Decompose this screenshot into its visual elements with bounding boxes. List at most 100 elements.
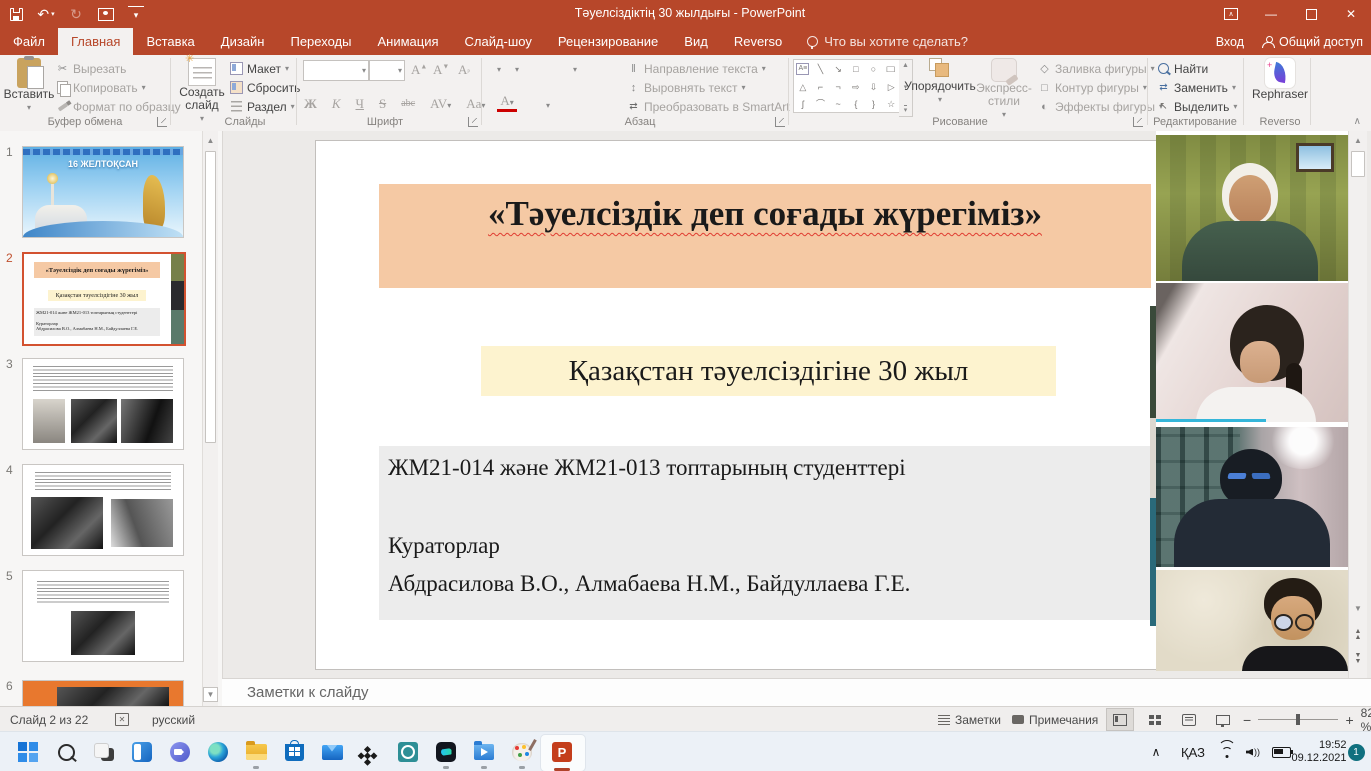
scrollbar-thumb[interactable] xyxy=(205,151,216,443)
slide-thumbnail-3[interactable] xyxy=(22,358,184,450)
slide-thumbnail-1[interactable]: 16 ЖЕЛТОҚСАН xyxy=(22,146,184,238)
customize-qat-icon[interactable] xyxy=(128,6,144,23)
clock[interactable]: 19:52 09.12.2021 xyxy=(1294,732,1344,771)
battery-icon[interactable] xyxy=(1268,732,1294,771)
tray-overflow-icon[interactable] xyxy=(1146,732,1166,771)
scrollbar-thumb[interactable] xyxy=(1351,151,1365,177)
slide-canvas[interactable]: «Тәуелсіздік деп соғады жүрегіміз» Қазақ… xyxy=(315,140,1158,670)
wifi-icon[interactable] xyxy=(1216,732,1238,771)
scroll-down-icon[interactable] xyxy=(1349,601,1367,616)
zoom-slider-thumb[interactable] xyxy=(1296,714,1300,725)
share-button[interactable]: Общий доступ xyxy=(1262,35,1363,49)
next-slide-icon[interactable]: ▼▼ xyxy=(1349,651,1367,666)
sign-in-button[interactable]: Вход xyxy=(1216,35,1244,49)
webex-icon[interactable] xyxy=(428,736,464,768)
font-size-combo[interactable] xyxy=(369,60,405,81)
file-explorer-icon[interactable] xyxy=(238,736,274,768)
slide-thumbnail-2-selected[interactable]: «Тәуелсіздік деп соғады жүрегіміз» Қазақ… xyxy=(22,252,186,346)
tab-design[interactable]: Дизайн xyxy=(208,28,278,55)
zoom-level[interactable]: 82 % xyxy=(1361,706,1371,734)
thumbnail-scrollbar[interactable] xyxy=(202,131,218,706)
new-slide-button[interactable]: Создать слайд xyxy=(178,58,226,125)
select-button[interactable]: Выделить xyxy=(1157,98,1237,115)
close-icon[interactable] xyxy=(1331,0,1371,28)
reading-view-icon[interactable] xyxy=(1176,709,1202,730)
grow-font-button[interactable]: А▲ xyxy=(408,62,430,78)
italic-button[interactable]: К xyxy=(329,96,344,112)
comments-toggle[interactable]: Примечания xyxy=(1012,707,1098,732)
undo-icon[interactable] xyxy=(38,6,54,22)
slide-body-box[interactable]: ЖМ21-014 және ЖМ21-013 топтарының студен… xyxy=(379,446,1151,620)
previous-slide-icon[interactable]: ▲▲ xyxy=(1349,627,1367,642)
arrange-button[interactable]: Упорядочить xyxy=(908,58,972,106)
underline-button[interactable]: Ч xyxy=(353,96,367,112)
slide-thumbnail-5[interactable] xyxy=(22,570,184,662)
tab-view[interactable]: Вид xyxy=(671,28,721,55)
video-feed-1[interactable] xyxy=(1156,135,1348,281)
clear-formatting-button[interactable]: Аᵖ xyxy=(455,62,473,78)
shapes-gallery[interactable]: A≡ ╲↘□○□ △⌐¬⇨⇩▷ ʃ⌒~{}☆ xyxy=(793,59,901,113)
paint-icon[interactable] xyxy=(504,736,540,768)
start-slideshow-icon[interactable] xyxy=(98,6,114,22)
zoom-out-icon[interactable]: − xyxy=(1243,712,1251,728)
volume-icon[interactable]: )) xyxy=(1242,732,1264,771)
notification-badge[interactable]: 1 xyxy=(1346,732,1366,771)
widgets-icon[interactable] xyxy=(124,736,160,768)
clipboard-dialog-launcher[interactable] xyxy=(157,117,167,127)
slide-thumbnail-4[interactable] xyxy=(22,464,184,556)
mail-icon[interactable] xyxy=(314,736,350,768)
powerpoint-icon[interactable]: P xyxy=(544,736,580,768)
layout-button[interactable]: Макет xyxy=(230,60,289,77)
shrink-font-button[interactable]: А▼ xyxy=(430,62,452,78)
save-icon[interactable] xyxy=(8,6,24,22)
paste-button[interactable]: Вставить xyxy=(6,58,52,114)
drawing-dialog-launcher[interactable] xyxy=(1133,117,1143,127)
tab-slideshow[interactable]: Слайд-шоу xyxy=(452,28,545,55)
slideshow-view-icon[interactable] xyxy=(1210,709,1236,730)
language-indicator[interactable]: русский xyxy=(152,707,195,732)
zoom-in-icon[interactable]: + xyxy=(1345,712,1353,728)
character-spacing-button[interactable]: AV xyxy=(427,96,454,112)
main-scrollbar[interactable]: ▲▲ ▼▼ xyxy=(1348,131,1367,678)
ribbon-display-options-icon[interactable]: ∧ xyxy=(1211,0,1251,28)
notes-toggle[interactable]: Заметки xyxy=(938,707,1001,732)
dropbox-icon[interactable] xyxy=(352,736,388,768)
slide-thumbnail-6[interactable] xyxy=(22,680,184,707)
reset-button[interactable]: Сбросить xyxy=(230,79,300,96)
tab-reverso[interactable]: Reverso xyxy=(721,28,795,55)
edge-browser-icon[interactable] xyxy=(200,736,236,768)
tab-file[interactable]: Файл xyxy=(0,28,58,55)
minimize-icon[interactable]: — xyxy=(1251,0,1291,28)
slide-sorter-view-icon[interactable] xyxy=(1142,709,1168,730)
bold-button[interactable]: Ж xyxy=(301,96,320,112)
slide-title-box[interactable]: «Тәуелсіздік деп соғады жүрегіміз» xyxy=(379,184,1151,288)
zoom-slider[interactable] xyxy=(1258,719,1338,720)
microsoft-store-icon[interactable] xyxy=(276,736,312,768)
chat-icon[interactable] xyxy=(162,736,198,768)
find-button[interactable]: Найти xyxy=(1157,60,1208,77)
tab-insert[interactable]: Вставка xyxy=(133,28,207,55)
education-app-icon[interactable] xyxy=(390,736,426,768)
section-button[interactable]: Раздел xyxy=(230,98,295,115)
replace-button[interactable]: Заменить xyxy=(1157,79,1236,96)
tab-home[interactable]: Главная xyxy=(58,28,133,55)
keyboard-layout-indicator[interactable]: ҚАЗ xyxy=(1176,732,1210,771)
tell-me-box[interactable]: Что вы хотите сделать? xyxy=(795,28,980,55)
movies-tv-icon[interactable] xyxy=(466,736,502,768)
collapse-ribbon-icon[interactable] xyxy=(1354,116,1361,127)
font-dialog-launcher[interactable] xyxy=(468,117,478,127)
video-feed-3[interactable] xyxy=(1156,427,1348,567)
slide-subtitle-box[interactable]: Қазақстан тәуелсіздігіне 30 жыл xyxy=(481,346,1056,396)
scroll-down-icon[interactable] xyxy=(203,687,218,702)
change-case-button[interactable]: Aa xyxy=(463,96,488,112)
rephraser-button[interactable]: Rephraser xyxy=(1250,58,1310,101)
strikethrough-button[interactable]: S xyxy=(376,96,389,112)
slide-counter[interactable]: Слайд 2 из 22 xyxy=(10,707,88,732)
restore-icon[interactable] xyxy=(1291,0,1331,28)
scroll-up-icon[interactable] xyxy=(203,133,218,148)
tab-animations[interactable]: Анимация xyxy=(364,28,451,55)
normal-view-icon[interactable] xyxy=(1106,708,1134,731)
paragraph-dialog-launcher[interactable] xyxy=(775,117,785,127)
tab-review[interactable]: Рецензирование xyxy=(545,28,671,55)
text-shadow-button[interactable]: abc xyxy=(398,98,418,109)
